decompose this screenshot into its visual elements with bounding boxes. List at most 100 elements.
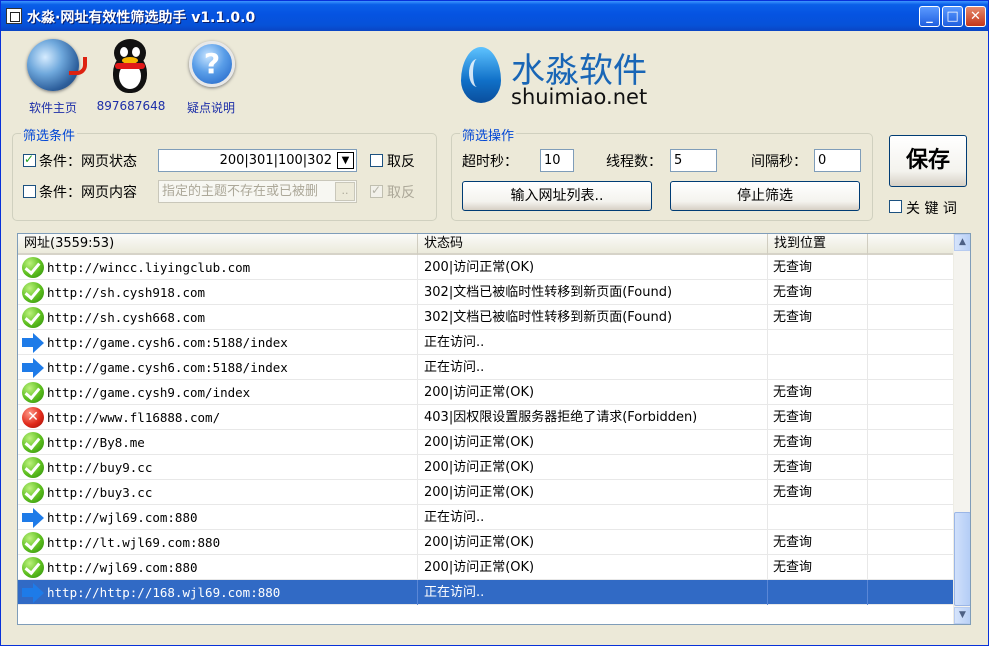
status-cell: 302|文档已被临时性转移到新页面(Found) <box>418 280 768 305</box>
table-row[interactable]: http://lt.wjl69.com:880 200|访问正常(OK) 无查询 <box>18 530 954 555</box>
cond1-invert-checkbox[interactable] <box>370 154 383 167</box>
status-codes-combo[interactable]: 200|301|100|302 ▼ <box>158 149 357 172</box>
header-filler <box>868 234 954 255</box>
status-cell: 200|访问正常(OK) <box>418 530 768 555</box>
browse-button[interactable]: .. <box>335 182 355 201</box>
url-cell: http://wincc.liyingclub.com <box>18 255 418 280</box>
home-label: 软件主页 <box>28 101 77 115</box>
filler-cell <box>868 380 954 405</box>
globe-icon <box>27 39 87 91</box>
filter-operations-legend: 筛选操作 <box>460 125 517 144</box>
help-icon: ? <box>189 41 235 87</box>
header-status[interactable]: 状态码 <box>418 234 768 255</box>
cond2-invert-checkbox[interactable] <box>370 183 383 198</box>
status-cell: 正在访问.. <box>418 580 768 605</box>
table-row[interactable]: http://game.cysh9.com/index 200|访问正常(OK) 无… <box>18 380 954 405</box>
filler-cell <box>868 280 954 305</box>
table-row[interactable]: http://wjl69.com:880 正在访问.. <box>18 505 954 530</box>
location-cell: 无查询 <box>768 555 868 580</box>
table-row[interactable]: ✕ http://www.fl16888.com/403|因权限设置服务器拒绝了请… <box>18 405 954 430</box>
header-url[interactable]: 网址(3559:53) <box>18 234 418 255</box>
qq-number-label: 897687648 <box>96 99 166 113</box>
filter-conditions-group: 筛选条件 条件：网页状态 200|301|100|302 ▼ 取反 条件：网页内… <box>12 125 437 221</box>
status-cell: 正在访问.. <box>418 330 768 355</box>
filler-cell <box>868 530 954 555</box>
url-cell: http://game.cysh6.com:5188/index <box>18 330 418 355</box>
url-cell: http://buy9.cc <box>18 455 418 480</box>
cond1-label: 条件：网页状态 <box>39 154 137 170</box>
cond2-label: 条件：网页内容 <box>39 185 137 201</box>
location-cell: 无查询 <box>768 430 868 455</box>
url-cell: http://sh.cysh668.com <box>18 305 418 330</box>
list-header: 网址(3559:53) 状态码 找到位置 <box>18 234 954 255</box>
location-cell: 无查询 <box>768 280 868 305</box>
table-row[interactable]: http://sh.cysh918.com 302|文档已被临时性转移到新页面(F… <box>18 280 954 305</box>
help-label: 疑点说明 <box>186 101 235 115</box>
table-row[interactable]: http://http://168.wjl69.com:880 正在访问.. <box>18 580 954 605</box>
content-keyword-placeholder: 指定的主题不存在或已被删 <box>162 184 319 199</box>
table-row[interactable]: http://sh.cysh668.com 302|文档已被临时性转移到新页面(F… <box>18 305 954 330</box>
minimize-button[interactable]: _ <box>919 6 940 27</box>
app-icon[interactable] <box>6 8 22 24</box>
keyword-label: 关 键 词 <box>906 201 957 217</box>
table-row[interactable]: http://game.cysh6.com:5188/index 正在访问.. <box>18 355 954 380</box>
water-drop-icon <box>461 47 501 103</box>
filler-cell <box>868 505 954 530</box>
cond1-invert-label: 取反 <box>387 154 415 170</box>
url-cell: http://buy3.cc <box>18 480 418 505</box>
status-cell: 200|访问正常(OK) <box>418 380 768 405</box>
table-row[interactable]: http://buy3.cc 200|访问正常(OK) 无查询 <box>18 480 954 505</box>
url-cell: http://game.cysh6.com:5188/index <box>18 355 418 380</box>
maximize-button[interactable]: □ <box>942 6 963 27</box>
table-row[interactable]: http://wincc.liyingclub.com 200|访问正常(OK) 无… <box>18 255 954 280</box>
url-cell: http://wjl69.com:880 <box>18 505 418 530</box>
table-row[interactable]: http://buy9.cc 200|访问正常(OK) 无查询 <box>18 455 954 480</box>
cond1-checkbox[interactable] <box>23 152 36 167</box>
scroll-up-icon[interactable]: ▲ <box>954 234 970 251</box>
save-button[interactable]: 保存 <box>889 135 967 187</box>
title-bar[interactable]: 水淼·网址有效性筛选助手 v1.1.0.0 _ □ ✕ <box>1 1 988 31</box>
status-codes-value: 200|301|100|302 <box>219 153 332 168</box>
url-cell: http://www.fl16888.com/ <box>18 405 418 430</box>
status-cell: 403|因权限设置服务器拒绝了请求(Forbidden) <box>418 405 768 430</box>
stop-filter-button[interactable]: 停止筛选 <box>670 181 860 211</box>
qq-tool-button[interactable]: 897687648 <box>91 37 171 117</box>
help-tool-button[interactable]: ? 疑点说明 <box>171 37 251 117</box>
url-cell: http://game.cysh9.com/index <box>18 380 418 405</box>
url-cell: http://sh.cysh918.com <box>18 280 418 305</box>
url-cell: http://By8.me <box>18 430 418 455</box>
import-url-list-button[interactable]: 输入网址列表.. <box>462 181 652 211</box>
table-row[interactable]: http://wjl69.com:880 200|访问正常(OK) 无查询 <box>18 555 954 580</box>
status-cell: 200|访问正常(OK) <box>418 255 768 280</box>
location-cell: 无查询 <box>768 405 868 430</box>
filler-cell <box>868 455 954 480</box>
timeout-label: 超时秒： <box>462 154 518 170</box>
vertical-scrollbar[interactable]: ▲ ▼ <box>953 234 970 624</box>
threads-label: 线程数： <box>606 154 662 170</box>
keyword-checkbox[interactable] <box>889 200 902 213</box>
home-tool-button[interactable]: 软件主页 <box>13 37 93 117</box>
header-location[interactable]: 找到位置 <box>768 234 868 255</box>
interval-input[interactable]: 0 <box>814 149 861 172</box>
table-row[interactable]: http://game.cysh6.com:5188/index 正在访问.. <box>18 330 954 355</box>
scroll-thumb[interactable] <box>954 512 970 606</box>
status-cell: 200|访问正常(OK) <box>418 480 768 505</box>
cond2-checkbox[interactable] <box>23 185 36 198</box>
table-row[interactable]: http://By8.me 200|访问正常(OK) 无查询 <box>18 430 954 455</box>
list-rows: http://wincc.liyingclub.com 200|访问正常(OK) 无… <box>18 255 954 605</box>
location-cell <box>768 580 868 605</box>
content-keyword-input[interactable]: 指定的主题不存在或已被删 .. <box>158 180 357 203</box>
dropdown-arrow-icon[interactable]: ▼ <box>337 152 354 169</box>
status-cell: 正在访问.. <box>418 355 768 380</box>
close-button[interactable]: ✕ <box>965 6 986 27</box>
qq-penguin-icon <box>107 39 153 95</box>
timeout-input[interactable]: 10 <box>540 149 574 172</box>
status-cell: 302|文档已被临时性转移到新页面(Found) <box>418 305 768 330</box>
logo-domain-text: shuimiao.net <box>511 85 648 109</box>
threads-input[interactable]: 5 <box>670 149 717 172</box>
scroll-down-icon[interactable]: ▼ <box>954 607 970 624</box>
location-cell: 无查询 <box>768 455 868 480</box>
filler-cell <box>868 355 954 380</box>
filler-cell <box>868 480 954 505</box>
url-results-list[interactable]: 网址(3559:53) 状态码 找到位置 http://wincc.liying… <box>17 233 971 625</box>
